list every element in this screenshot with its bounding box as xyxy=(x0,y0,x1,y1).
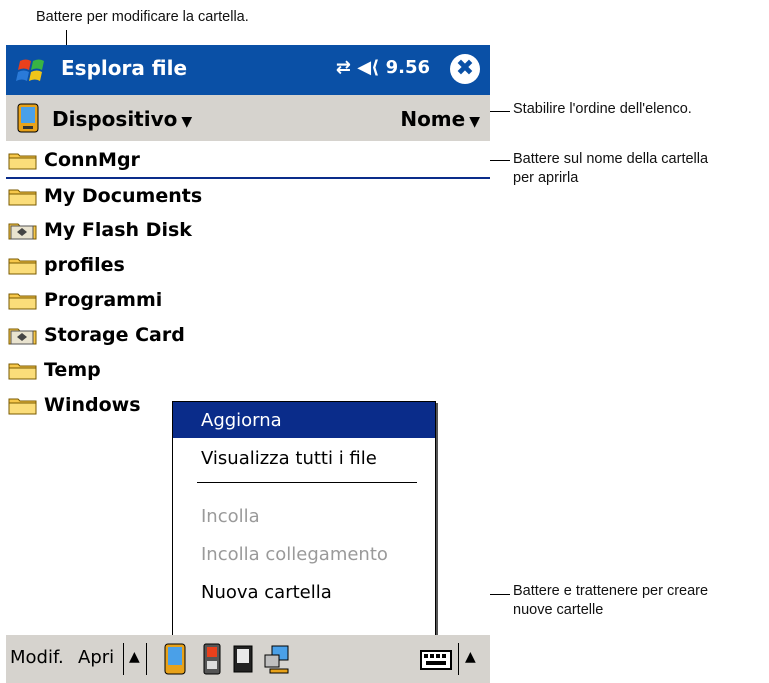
menu-item-show-all-files[interactable]: Visualizza tutti i file xyxy=(173,440,435,476)
up-arrow-icon[interactable]: ▲ xyxy=(129,649,140,665)
callout-open-folder-1: Battere sul nome della cartella xyxy=(513,151,709,167)
location-dropdown[interactable]: Dispositivo ▼ xyxy=(52,107,192,131)
sort-dropdown[interactable]: Nome ▼ xyxy=(400,107,480,131)
list-item-label: My Documents xyxy=(44,185,203,207)
list-item-label: My Flash Disk xyxy=(44,219,192,241)
folder-icon xyxy=(8,258,37,275)
divider xyxy=(146,643,147,675)
menu-divider xyxy=(197,482,417,483)
menu-item-refresh[interactable]: Aggiorna xyxy=(173,402,435,438)
callout-open-folder-2: per aprirla xyxy=(513,170,579,186)
network-icon[interactable] xyxy=(262,643,292,675)
menu-item-label: Incolla collegamento xyxy=(201,544,388,565)
menu-item-paste: Incolla xyxy=(173,498,435,534)
menu-item-label: Nuova cartella xyxy=(201,582,332,603)
folder-icon xyxy=(8,293,37,310)
list-item-label: Windows xyxy=(44,394,141,416)
divider xyxy=(123,643,124,675)
list-item-label: ConnMgr xyxy=(44,149,140,171)
storage-icon xyxy=(8,223,37,240)
device-icon[interactable] xyxy=(164,643,186,675)
menu-item-new-folder[interactable]: Nuova cartella xyxy=(173,574,435,610)
folder-icon xyxy=(8,363,37,380)
windows-flag-icon[interactable] xyxy=(12,51,52,89)
storage-card-icon[interactable] xyxy=(201,643,223,675)
list-item[interactable]: Programmi xyxy=(6,283,490,317)
app-title: Esplora file xyxy=(61,56,188,80)
open-menu-button[interactable]: Apri xyxy=(78,647,114,668)
keyboard-icon[interactable] xyxy=(420,643,452,675)
edit-menu-button[interactable]: Modif. xyxy=(10,647,64,668)
folder-icon xyxy=(8,153,37,170)
menu-item-paste-shortcut: Incolla collegamento xyxy=(173,536,435,572)
storage-icon xyxy=(8,328,37,345)
list-item[interactable]: My Flash Disk xyxy=(6,213,490,247)
command-bar: Modif. Apri ▲ ▲ xyxy=(6,635,490,683)
location-bar: Dispositivo ▼ Nome ▼ xyxy=(6,95,490,141)
list-item[interactable]: profiles xyxy=(6,248,490,282)
callout-new-folder-1: Battere e trattenere per creare xyxy=(513,583,709,599)
menu-item-label: Visualizza tutti i file xyxy=(201,448,377,469)
chevron-down-icon: ▼ xyxy=(469,114,480,130)
menu-item-label: Aggiorna xyxy=(201,410,282,431)
list-item-label: Programmi xyxy=(44,289,163,311)
list-item[interactable]: Temp xyxy=(6,353,490,387)
divider xyxy=(458,643,459,675)
device-icon xyxy=(17,103,39,133)
sort-label: Nome xyxy=(400,107,466,131)
list-item[interactable]: Storage Card xyxy=(6,318,490,352)
context-menu: Aggiorna Visualizza tutti i file Incolla… xyxy=(172,401,436,653)
title-bar: Esplora file ⇄ ◀⟨ 9.56 ✖ xyxy=(6,45,490,95)
list-item-label: profiles xyxy=(44,254,125,276)
close-icon[interactable]: ✖ xyxy=(450,54,480,84)
list-item-label: Temp xyxy=(44,359,101,381)
list-item-label: Storage Card xyxy=(44,324,185,346)
list-item[interactable]: ConnMgr xyxy=(6,143,490,177)
chevron-down-icon: ▼ xyxy=(181,114,193,130)
device-screen: Esplora file ⇄ ◀⟨ 9.56 ✖ Dispositivo ▼ No… xyxy=(6,45,490,683)
callout-change-folder: Battere per modificare la cartella. xyxy=(36,9,249,25)
flash-disk-icon[interactable] xyxy=(232,643,254,675)
folder-icon xyxy=(8,398,37,415)
up-arrow-icon[interactable]: ▲ xyxy=(465,649,476,665)
callout-sort: Stabilire l'ordine dell'elenco. xyxy=(513,101,692,117)
folder-icon xyxy=(8,189,37,206)
selection-divider xyxy=(6,177,490,179)
list-item[interactable]: My Documents xyxy=(6,179,490,213)
callout-new-folder-2: nuove cartelle xyxy=(513,602,604,618)
status-icons[interactable]: ⇄ ◀⟨ 9.56 xyxy=(336,57,430,78)
menu-item-label: Incolla xyxy=(201,506,260,527)
location-label: Dispositivo xyxy=(52,107,178,131)
